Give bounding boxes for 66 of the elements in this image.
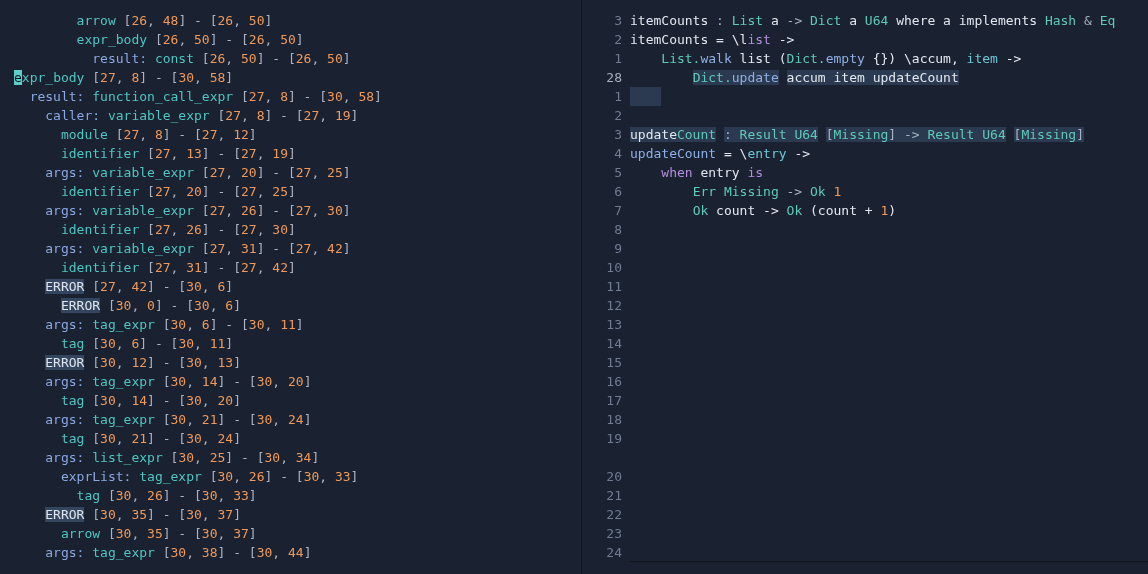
tree-node-label: args: tag_expr [30, 6] - [30, 11]	[45, 316, 304, 334]
line-number: 8	[613, 221, 623, 239]
tree-node-label: args: variable_expr [27, 31] - [27, 42]	[45, 240, 351, 258]
tree-node-label: exprList: tag_expr [30, 26] - [30, 33]	[60, 468, 359, 486]
line-number: 5	[613, 164, 623, 182]
line-number: 15	[605, 354, 623, 372]
line-number: 18	[605, 411, 623, 429]
line-number: 17	[605, 392, 623, 410]
line-number: 3	[613, 12, 623, 30]
line-number: 1	[613, 50, 623, 68]
tree-node-label: expr_body [27, 8] - [30, 58]	[14, 69, 234, 87]
tree-node-label: identifier [27, 31] - [27, 42]	[60, 259, 296, 277]
line-number: 13	[605, 316, 623, 334]
code-line: Dict.update accum item updateCount	[691, 69, 959, 87]
tree-node-label: ERROR [30, 0] - [30, 6]	[60, 297, 241, 315]
tree-node-label: result: function_call_expr [27, 8] - [30, 58]	[29, 88, 382, 106]
tree-node-label: ERROR [30, 12] - [30, 13]	[45, 354, 241, 372]
tree-node-label: expr_body [26, 50] - [26, 50]	[76, 31, 304, 49]
tree-node-label: args: tag_expr [30, 21] - [30, 24]	[45, 411, 312, 429]
line-number: 20	[605, 468, 623, 486]
tree-node-label: args: tag_expr [30, 38] - [30, 44]	[45, 544, 312, 562]
tree-node-label: caller: variable_expr [27, 8] - [27, 19]	[45, 107, 359, 125]
line-number: 6	[613, 183, 623, 201]
code-line: updateCount = \entry ->	[630, 145, 811, 163]
tree-node-label: tag [30, 14] - [30, 20]	[60, 392, 241, 410]
tree-node-label: result: const [26, 50] - [26, 50]	[92, 50, 351, 68]
code-line: when entry is	[660, 164, 764, 182]
tree-node-label: tag [30, 21] - [30, 24]	[60, 430, 241, 448]
line-number: 14	[605, 335, 623, 353]
line-number: 12	[605, 297, 623, 315]
tree-node-label: module [27, 8] - [27, 12]	[60, 126, 257, 144]
tree-node-label: ERROR [30, 35] - [30, 37]	[45, 506, 241, 524]
tree-node-label: args: list_expr [30, 25] - [30, 34]	[45, 449, 320, 467]
tree-node-label: ERROR [27, 42] - [30, 6]	[45, 278, 234, 296]
code-line: Ok count -> Ok (count + 1)	[691, 202, 897, 220]
tree-node-label: args: variable_expr [27, 26] - [27, 30]	[45, 202, 351, 220]
line-number: 1	[613, 88, 623, 106]
code-line: List.walk list (Dict.empty {}) \accum, item ->	[660, 50, 1022, 68]
code-line: itemCounts = \list ->	[630, 31, 795, 49]
tree-node-label: args: tag_expr [30, 14] - [30, 20]	[45, 373, 312, 391]
line-number: 9	[613, 240, 623, 258]
line-number: 4	[613, 145, 623, 163]
line-number: 23	[605, 525, 623, 543]
code-line: itemCounts : List a -> Dict a U64 where a implements Hash & Eq	[630, 12, 1116, 30]
tree-node-label: arrow [26, 48] - [26, 50]	[76, 12, 273, 30]
line-number: 7	[613, 202, 623, 220]
line-number: 21	[605, 487, 623, 505]
line-number: 10	[605, 259, 623, 277]
line-number: 11	[605, 278, 623, 296]
line-number: 3	[613, 126, 623, 144]
tree-node-label: args: variable_expr [27, 20] - [27, 25]	[45, 164, 351, 182]
code-line: Err Missing -> Ok 1	[691, 183, 842, 201]
line-number: 2	[613, 107, 623, 125]
line-number: 24	[605, 544, 623, 562]
line-number: 28	[605, 69, 623, 87]
line-number: 2	[613, 31, 623, 49]
tree-node-label: tag [30, 26] - [30, 33]	[76, 487, 257, 505]
line-number: 19	[605, 430, 623, 448]
line-number: 16	[605, 373, 623, 391]
code-line: updateCount : Result U64 [Missing] -> Result U64 [Missing]	[630, 126, 1085, 144]
tree-node-label: tag [30, 6] - [30, 11]	[60, 335, 234, 353]
tree-node-label: identifier [27, 13] - [27, 19]	[60, 145, 296, 163]
tree-node-label: identifier [27, 20] - [27, 25]	[60, 183, 296, 201]
tree-node-label: identifier [27, 26] - [27, 30]	[60, 221, 296, 239]
tree-node-label: arrow [30, 35] - [30, 37]	[60, 525, 257, 543]
line-number: 22	[605, 506, 623, 524]
